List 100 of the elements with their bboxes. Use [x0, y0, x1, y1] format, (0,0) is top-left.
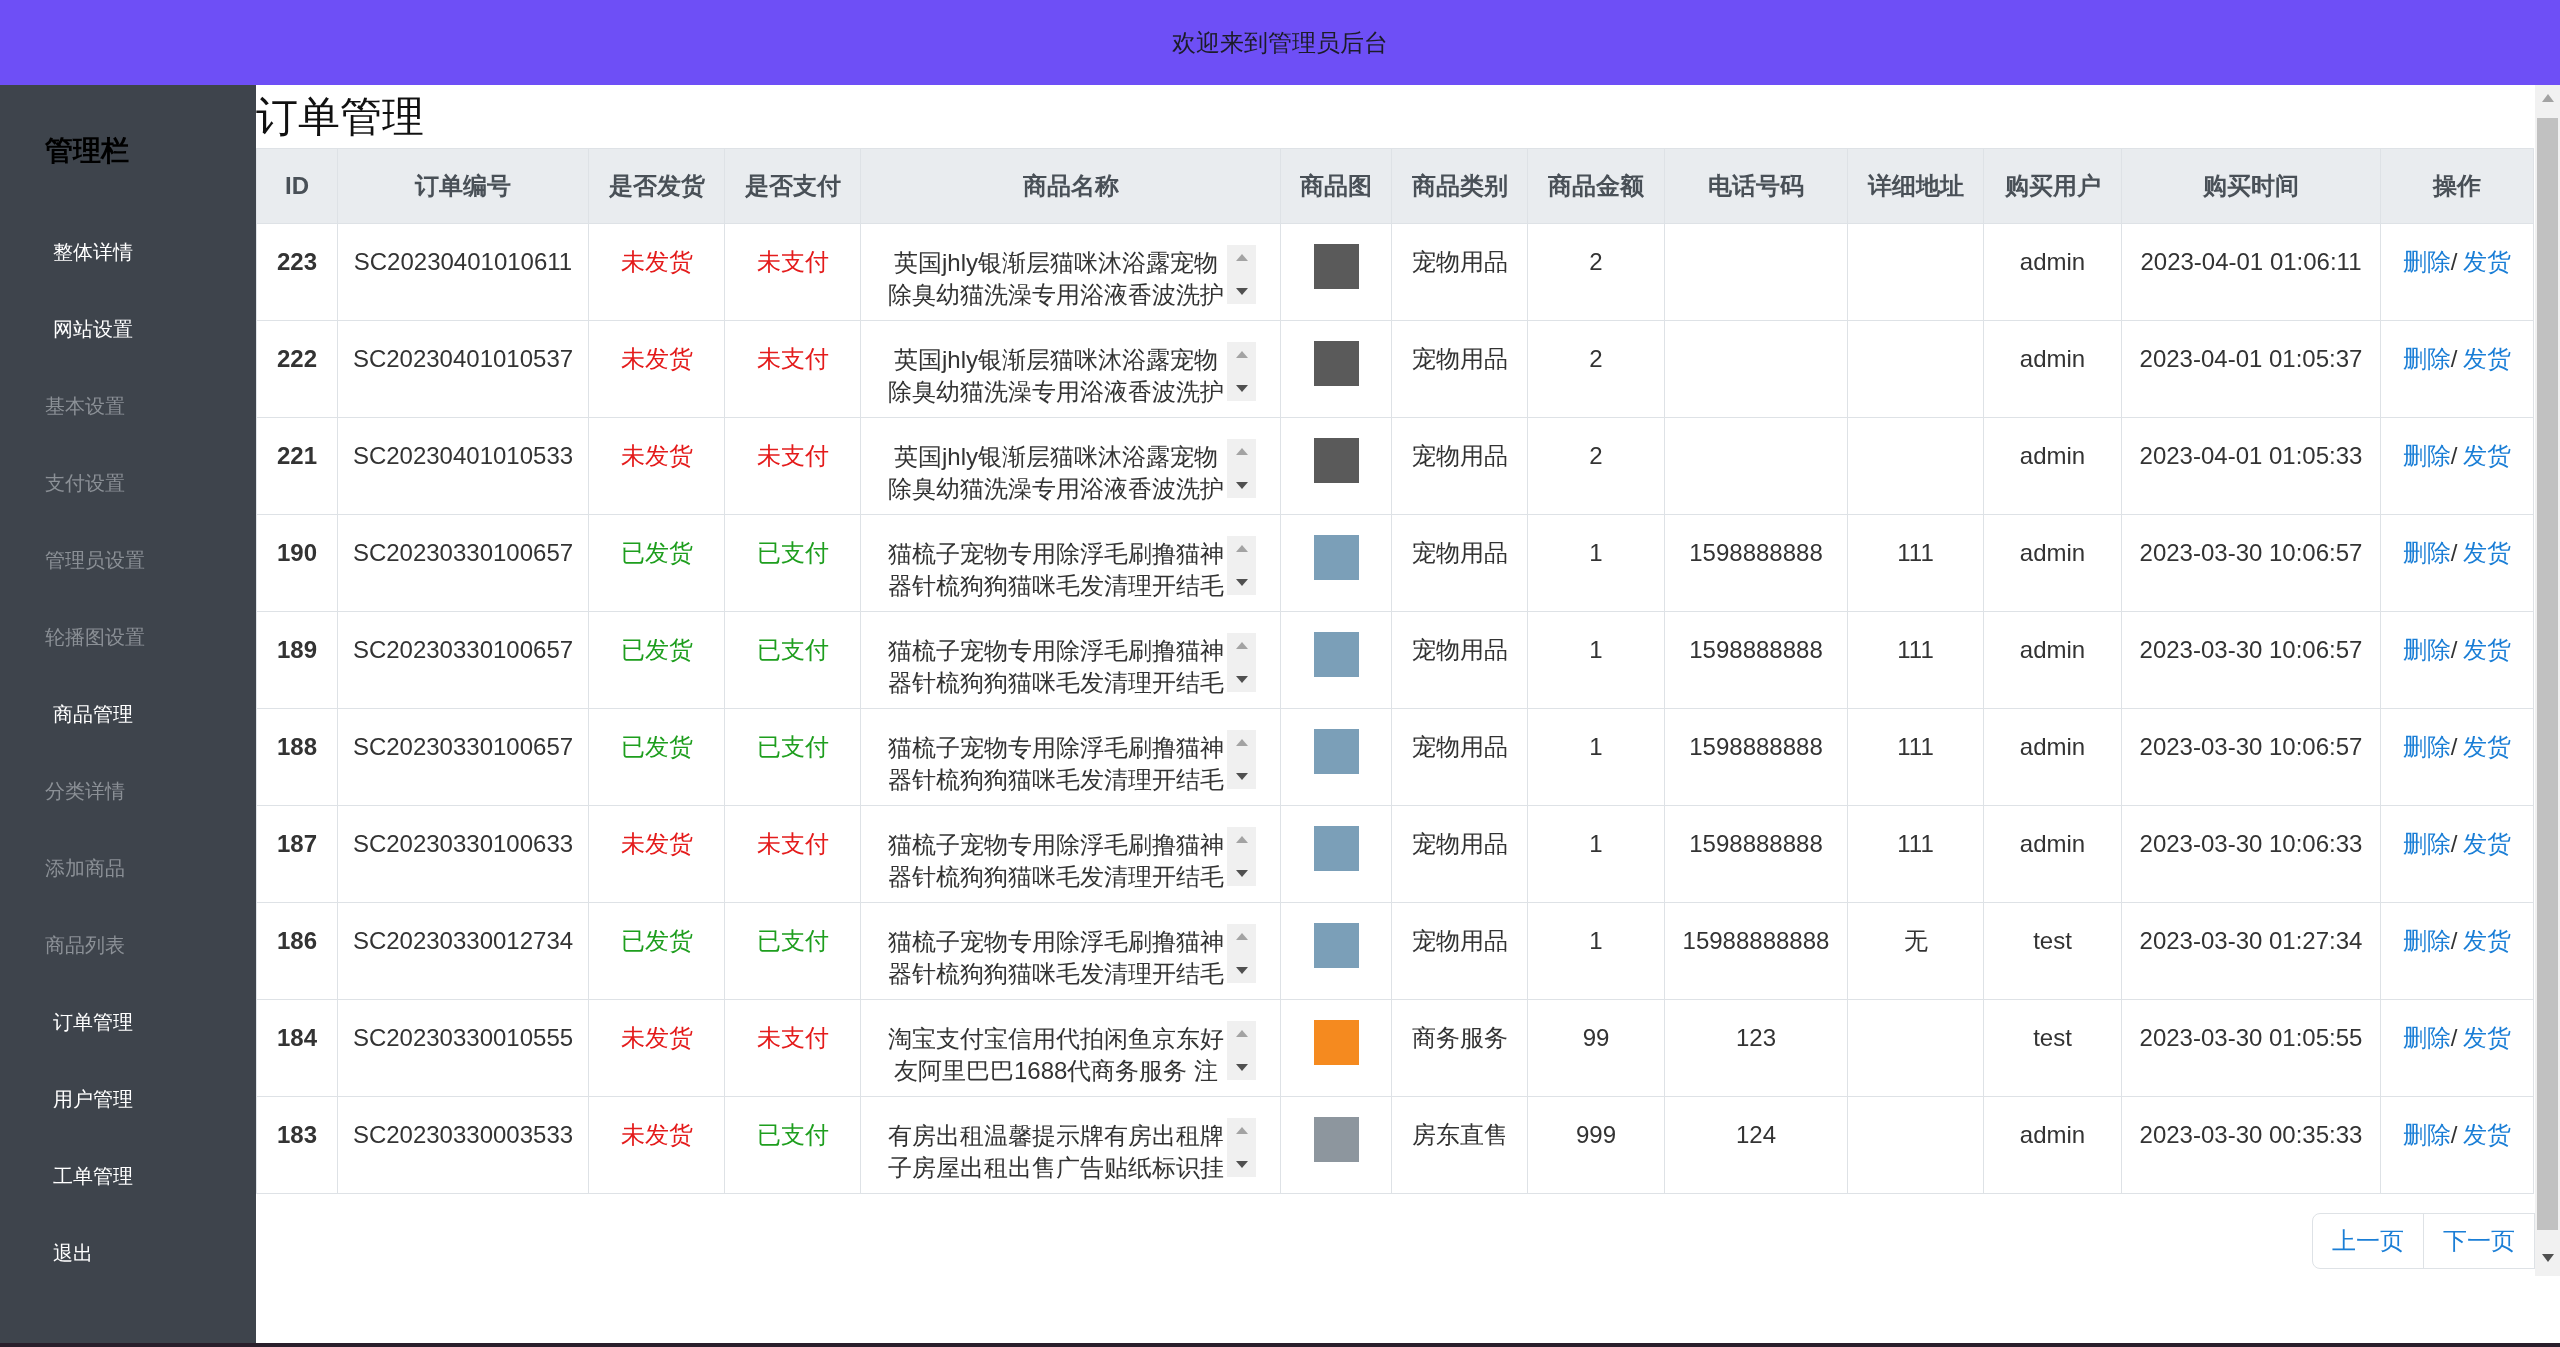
- table-cell: test: [1983, 999, 2122, 1097]
- status-text: 已发货: [588, 902, 725, 1000]
- action-link[interactable]: 发货: [2463, 733, 2512, 760]
- action-link[interactable]: 发货: [2463, 830, 2512, 857]
- table-cell: 187: [256, 805, 338, 903]
- separator-text: /: [2450, 1024, 2458, 1051]
- action-link[interactable]: 发货: [2463, 636, 2512, 663]
- textarea-scrollbar[interactable]: [1227, 730, 1256, 789]
- table-cell: 2023-03-30 01:27:34: [2121, 902, 2381, 1000]
- scrollbar-thumb[interactable]: [2537, 118, 2558, 1230]
- status-text: 未发货: [588, 223, 725, 321]
- separator-text: /: [2450, 830, 2458, 857]
- sidebar-subitem[interactable]: 商品列表: [45, 930, 125, 959]
- action-link[interactable]: 发货: [2463, 539, 2512, 566]
- action-link[interactable]: 删除: [2402, 248, 2451, 275]
- scroll-down-icon[interactable]: [1235, 288, 1248, 295]
- table-cell: 2023-04-01 01:05:33: [2121, 417, 2381, 515]
- table-cell: 1598888888: [1664, 514, 1848, 612]
- separator-text: /: [2450, 1121, 2458, 1148]
- sidebar-subitem[interactable]: 基本设置: [45, 391, 125, 420]
- action-link[interactable]: 发货: [2463, 345, 2512, 372]
- scroll-down-icon[interactable]: [1235, 870, 1248, 877]
- page-scrollbar[interactable]: [2535, 85, 2560, 1276]
- action-link[interactable]: 删除: [2402, 636, 2451, 663]
- sidebar-subitem[interactable]: 轮播图设置: [45, 622, 145, 651]
- action-link[interactable]: 发货: [2463, 1024, 2512, 1051]
- separator-text: /: [2450, 636, 2458, 663]
- action-link[interactable]: 发货: [2463, 248, 2512, 275]
- status-text: 未发货: [588, 417, 725, 515]
- sidebar-item[interactable]: 工单管理: [53, 1161, 133, 1190]
- table-cell: 2023-03-30 00:35:33: [2121, 1096, 2381, 1194]
- action-link[interactable]: 发货: [2463, 927, 2512, 954]
- scroll-down-icon[interactable]: [1235, 967, 1248, 974]
- table-cell: SC20230330100657: [337, 611, 589, 709]
- table-cell: 111: [1847, 805, 1984, 903]
- table-cell: 183: [256, 1096, 338, 1194]
- textarea-scrollbar[interactable]: [1227, 536, 1256, 595]
- table-cell: admin: [1983, 417, 2122, 515]
- textarea-scrollbar[interactable]: [1227, 1021, 1256, 1080]
- action-link[interactable]: 删除: [2402, 1024, 2451, 1051]
- pagination-button[interactable]: 下一页: [2423, 1213, 2535, 1269]
- sidebar-item[interactable]: 整体详情: [53, 237, 133, 266]
- action-link[interactable]: 发货: [2463, 1121, 2512, 1148]
- action-link[interactable]: 发货: [2463, 442, 2512, 469]
- scroll-down-icon[interactable]: [1235, 482, 1248, 489]
- action-link[interactable]: 删除: [2402, 830, 2451, 857]
- sidebar-subitem[interactable]: 添加商品: [45, 853, 125, 882]
- sidebar-item[interactable]: 网站设置: [53, 314, 133, 343]
- textarea-scrollbar[interactable]: [1227, 827, 1256, 886]
- table-cell: 房东直售: [1391, 1096, 1528, 1194]
- textarea-scrollbar[interactable]: [1227, 1118, 1256, 1177]
- sidebar-subitem[interactable]: 分类详情: [45, 776, 125, 805]
- scroll-down-icon[interactable]: [1235, 1064, 1248, 1071]
- status-text: 已发货: [588, 514, 725, 612]
- header-title: 欢迎来到管理员后台: [1172, 27, 1388, 58]
- scroll-down-icon[interactable]: [1235, 773, 1248, 780]
- textarea-scrollbar[interactable]: [1227, 924, 1256, 983]
- sidebar-item[interactable]: 退出: [53, 1238, 93, 1267]
- table-cell: 2023-03-30 10:06:57: [2121, 514, 2381, 612]
- textarea-scrollbar[interactable]: [1227, 439, 1256, 498]
- separator-text: /: [2450, 539, 2458, 566]
- status-text: 未支付: [724, 223, 861, 321]
- status-text: 已支付: [724, 902, 861, 1000]
- table-cell: 223: [256, 223, 338, 321]
- action-link[interactable]: 删除: [2402, 927, 2451, 954]
- scroll-down-icon[interactable]: [1235, 385, 1248, 392]
- action-link[interactable]: 删除: [2402, 345, 2451, 372]
- textarea-scrollbar[interactable]: [1227, 342, 1256, 401]
- table-cell: SC20230330100633: [337, 805, 589, 903]
- table-cell: 宠物用品: [1391, 514, 1528, 612]
- table-cell: 124: [1664, 1096, 1848, 1194]
- table-cell: 宠物用品: [1391, 708, 1528, 806]
- column-header: 是否发货: [588, 148, 725, 224]
- status-text: 未支付: [724, 320, 861, 418]
- table-cell: 222: [256, 320, 338, 418]
- table-cell: 188: [256, 708, 338, 806]
- action-link[interactable]: 删除: [2402, 1121, 2451, 1148]
- sidebar-subitem[interactable]: 支付设置: [45, 468, 125, 497]
- pagination-button[interactable]: 上一页: [2312, 1213, 2424, 1269]
- sidebar-item[interactable]: 商品管理: [53, 699, 133, 728]
- status-text: 已支付: [724, 708, 861, 806]
- table-cell: 1: [1527, 805, 1665, 903]
- status-text: 未发货: [588, 320, 725, 418]
- textarea-scrollbar[interactable]: [1227, 633, 1256, 692]
- scroll-down-icon[interactable]: [2541, 1254, 2554, 1262]
- table-cell: 190: [256, 514, 338, 612]
- textarea-scrollbar[interactable]: [1227, 245, 1256, 304]
- scroll-down-icon[interactable]: [1235, 579, 1248, 586]
- action-link[interactable]: 删除: [2402, 442, 2451, 469]
- scroll-down-icon[interactable]: [1235, 1161, 1248, 1168]
- sidebar-subitem[interactable]: 管理员设置: [45, 545, 145, 574]
- sidebar-item[interactable]: 订单管理: [53, 1007, 133, 1036]
- table-cell: 111: [1847, 708, 1984, 806]
- scroll-down-icon[interactable]: [1235, 676, 1248, 683]
- action-link[interactable]: 删除: [2402, 539, 2451, 566]
- action-link[interactable]: 删除: [2402, 733, 2451, 760]
- table-cell: 111: [1847, 514, 1984, 612]
- status-text: 已支付: [724, 1096, 861, 1194]
- table-cell: 宠物用品: [1391, 902, 1528, 1000]
- sidebar-item[interactable]: 用户管理: [53, 1084, 133, 1113]
